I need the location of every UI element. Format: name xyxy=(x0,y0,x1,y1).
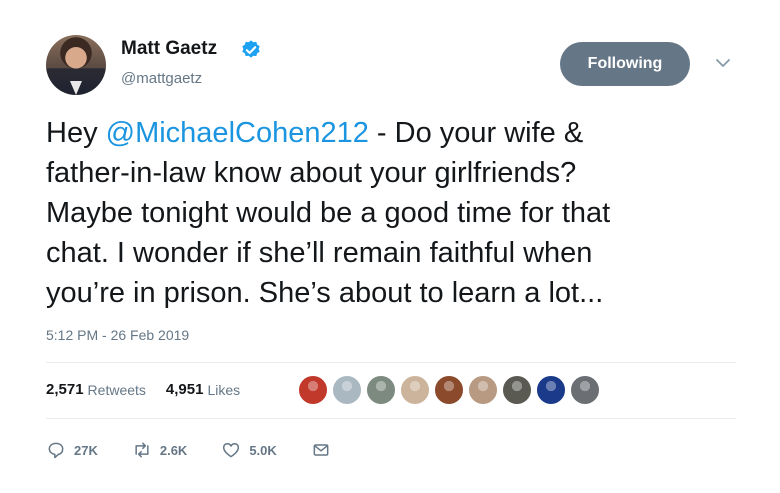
retweet-icon xyxy=(135,442,149,458)
default-profile-avatar[interactable] xyxy=(332,375,362,405)
reply-button[interactable]: 27K xyxy=(46,440,98,460)
following-button[interactable]: Following xyxy=(560,42,690,86)
profile-avatar[interactable] xyxy=(468,375,498,405)
reply-icon xyxy=(48,442,64,459)
envelope-icon xyxy=(313,444,329,456)
retweet-count: 2.6K xyxy=(159,442,188,458)
like-count: 5.0K xyxy=(249,442,277,458)
author-name[interactable]: Matt Gaetz xyxy=(121,38,217,60)
liker-avatars xyxy=(298,375,600,405)
chevron-down-icon[interactable] xyxy=(714,56,732,70)
profile-avatar[interactable] xyxy=(536,375,566,405)
lion-logo-avatar[interactable] xyxy=(298,375,328,405)
tweet-timestamp[interactable]: 5:12 PM - 26 Feb 2019 xyxy=(46,327,189,343)
profile-avatar[interactable] xyxy=(570,375,600,405)
author-avatar[interactable] xyxy=(46,35,106,95)
mention-link[interactable]: @MichaelCohen212 xyxy=(106,117,369,149)
profile-avatar[interactable] xyxy=(366,375,396,405)
engagement-stats: 2,571 Retweets 4,951 Likes xyxy=(46,381,240,398)
tweet-text-prefix: Hey xyxy=(46,117,106,149)
tweet-actions: 27K 2.6K 5.0K xyxy=(46,440,365,460)
verified-badge-icon xyxy=(242,40,260,58)
direct-message-button[interactable] xyxy=(311,440,331,460)
divider xyxy=(46,362,736,363)
reply-count: 27K xyxy=(74,442,98,458)
likes-count[interactable]: 4,951 xyxy=(166,381,204,398)
profile-avatar[interactable] xyxy=(434,375,464,405)
retweets-label[interactable]: Retweets xyxy=(88,382,146,398)
author-handle[interactable]: @mattgaetz xyxy=(121,70,202,87)
profile-avatar[interactable] xyxy=(400,375,430,405)
likes-label[interactable]: Likes xyxy=(207,382,240,398)
retweets-count[interactable]: 2,571 xyxy=(46,381,84,398)
retweet-button[interactable]: 2.6K xyxy=(132,440,187,460)
divider xyxy=(46,418,736,419)
tweet-text: Hey @MichaelCohen212 - Do your wife & fa… xyxy=(46,113,746,313)
like-button[interactable]: 5.0K xyxy=(221,440,277,460)
profile-avatar[interactable] xyxy=(502,375,532,405)
heart-icon xyxy=(223,443,240,458)
